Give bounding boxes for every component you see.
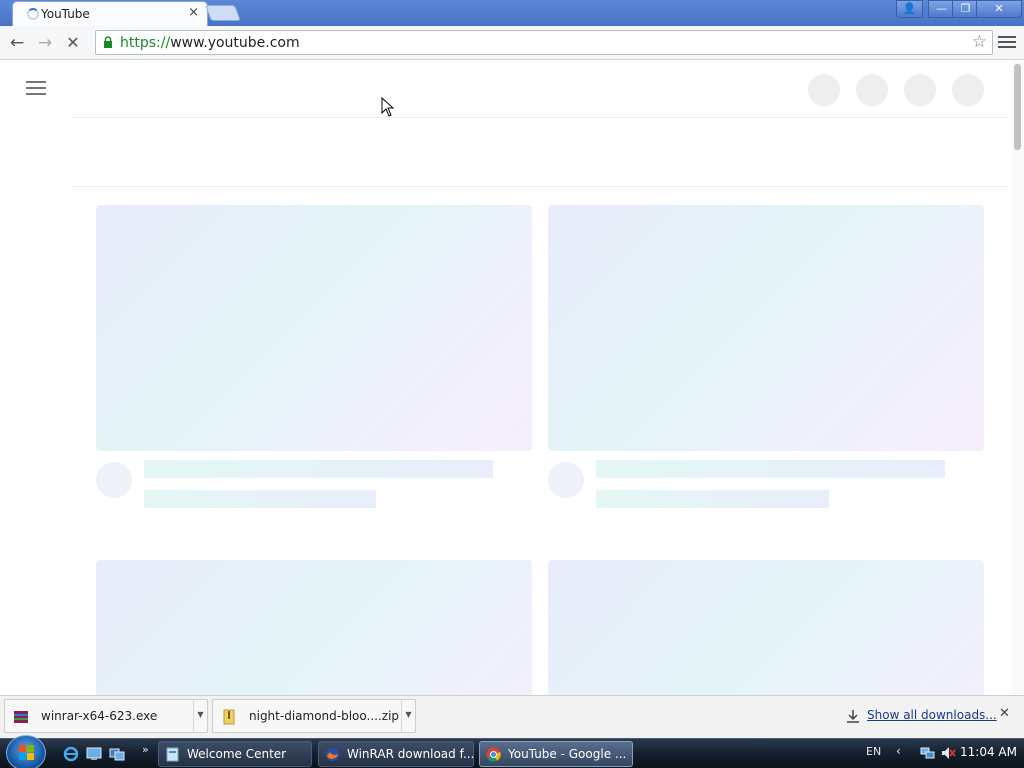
chrome-menu-icon[interactable] bbox=[998, 33, 1016, 53]
channel-avatar-placeholder bbox=[548, 462, 584, 498]
winrar-icon bbox=[14, 711, 28, 723]
minimize-button[interactable]: — bbox=[928, 0, 955, 18]
welcome-center-icon bbox=[166, 747, 179, 762]
windows-logo-icon bbox=[19, 745, 34, 760]
download-filename: night-diamond-bloo....zip bbox=[249, 709, 400, 723]
restore-button[interactable]: ❐ bbox=[952, 0, 979, 18]
taskbar-item-label: WinRAR download f... bbox=[347, 747, 475, 761]
forward-button[interactable]: → bbox=[34, 32, 56, 54]
close-downloads-bar-icon[interactable]: ✕ bbox=[999, 706, 1010, 721]
taskbar-item-chrome[interactable]: YouTube - Google ... bbox=[479, 741, 633, 767]
meta-placeholder bbox=[144, 490, 376, 508]
show-hidden-icons-icon[interactable]: ‹ bbox=[896, 744, 901, 758]
taskbar-item-welcome-center[interactable]: Welcome Center bbox=[158, 741, 312, 767]
url-text[interactable]: https://www.youtube.com bbox=[120, 35, 300, 51]
video-thumbnail-placeholder[interactable] bbox=[548, 560, 984, 695]
chips-divider bbox=[72, 186, 1008, 187]
header-placeholder-circle bbox=[952, 74, 984, 106]
network-icon[interactable] bbox=[920, 745, 936, 761]
title-placeholder bbox=[596, 460, 945, 478]
zip-icon bbox=[223, 709, 235, 725]
new-tab-button[interactable] bbox=[205, 5, 241, 21]
title-placeholder bbox=[144, 460, 493, 478]
video-thumbnail-placeholder[interactable] bbox=[548, 205, 984, 451]
url-scheme: https:// bbox=[120, 35, 171, 51]
url-host: www.youtube.com bbox=[170, 35, 300, 51]
system-clock[interactable]: 11:04 AM bbox=[960, 745, 1017, 759]
channel-avatar-placeholder bbox=[96, 462, 132, 498]
page-scrollbar[interactable] bbox=[1012, 61, 1024, 695]
volume-muted-icon[interactable] bbox=[940, 745, 956, 761]
tab-youtube[interactable]: YouTube × bbox=[12, 1, 208, 27]
address-bar[interactable]: https://www.youtube.com ☆ bbox=[95, 30, 993, 55]
meta-placeholder bbox=[596, 490, 829, 508]
language-indicator[interactable]: EN bbox=[866, 745, 881, 758]
quicklaunch-overflow-icon[interactable]: » bbox=[142, 743, 149, 756]
guide-menu-icon[interactable] bbox=[26, 81, 46, 95]
download-menu-arrow-icon[interactable]: ▼ bbox=[401, 700, 415, 732]
show-desktop-icon[interactable] bbox=[86, 746, 102, 762]
page-content bbox=[0, 61, 1024, 695]
header-placeholder-circle bbox=[904, 74, 936, 106]
header-divider bbox=[72, 117, 1008, 118]
close-window-button[interactable]: ✕ bbox=[976, 0, 1022, 18]
tab-title: YouTube bbox=[41, 7, 90, 21]
download-filename: winrar-x64-623.exe bbox=[41, 709, 158, 723]
download-item[interactable]: night-diamond-bloo....zip ▼ bbox=[212, 699, 416, 733]
scrollbar-thumb[interactable] bbox=[1014, 64, 1021, 150]
firefox-icon bbox=[326, 748, 339, 761]
loading-spinner-icon bbox=[27, 8, 39, 20]
download-item[interactable]: winrar-x64-623.exe ▼ bbox=[4, 699, 208, 733]
internet-explorer-icon[interactable] bbox=[63, 746, 79, 762]
profile-button[interactable]: 👤 bbox=[896, 0, 923, 18]
switch-windows-icon[interactable] bbox=[109, 746, 125, 762]
video-thumbnail-placeholder[interactable] bbox=[96, 205, 532, 451]
tab-close-icon[interactable]: × bbox=[188, 5, 199, 20]
taskbar-item-label: YouTube - Google ... bbox=[508, 747, 627, 761]
browser-titlebar: YouTube × 👤 — ❐ ✕ bbox=[0, 0, 1024, 27]
lock-icon[interactable] bbox=[102, 36, 114, 48]
browser-toolbar: ← → ✕ https://www.youtube.com ☆ bbox=[0, 26, 1024, 60]
taskbar-item-firefox[interactable]: WinRAR download f... bbox=[318, 741, 474, 767]
show-all-downloads-link[interactable]: Show all downloads... bbox=[867, 708, 997, 722]
start-button[interactable] bbox=[6, 735, 46, 768]
download-menu-arrow-icon[interactable]: ▼ bbox=[193, 700, 207, 732]
header-placeholder-circle bbox=[808, 74, 840, 106]
video-thumbnail-placeholder[interactable] bbox=[96, 560, 532, 695]
download-arrow-icon bbox=[847, 710, 859, 723]
stop-loading-button[interactable]: ✕ bbox=[62, 32, 84, 54]
downloads-bar: winrar-x64-623.exe ▼ night-diamond-bloo.… bbox=[0, 695, 1024, 738]
mouse-cursor-icon bbox=[381, 97, 395, 117]
header-placeholder-circle bbox=[856, 74, 888, 106]
taskbar-item-label: Welcome Center bbox=[187, 747, 287, 761]
bookmark-star-icon[interactable]: ☆ bbox=[972, 32, 987, 52]
back-button[interactable]: ← bbox=[6, 32, 28, 54]
windows-taskbar: » Welcome Center WinRAR download f... Yo… bbox=[0, 735, 1024, 768]
chrome-icon bbox=[486, 747, 501, 762]
